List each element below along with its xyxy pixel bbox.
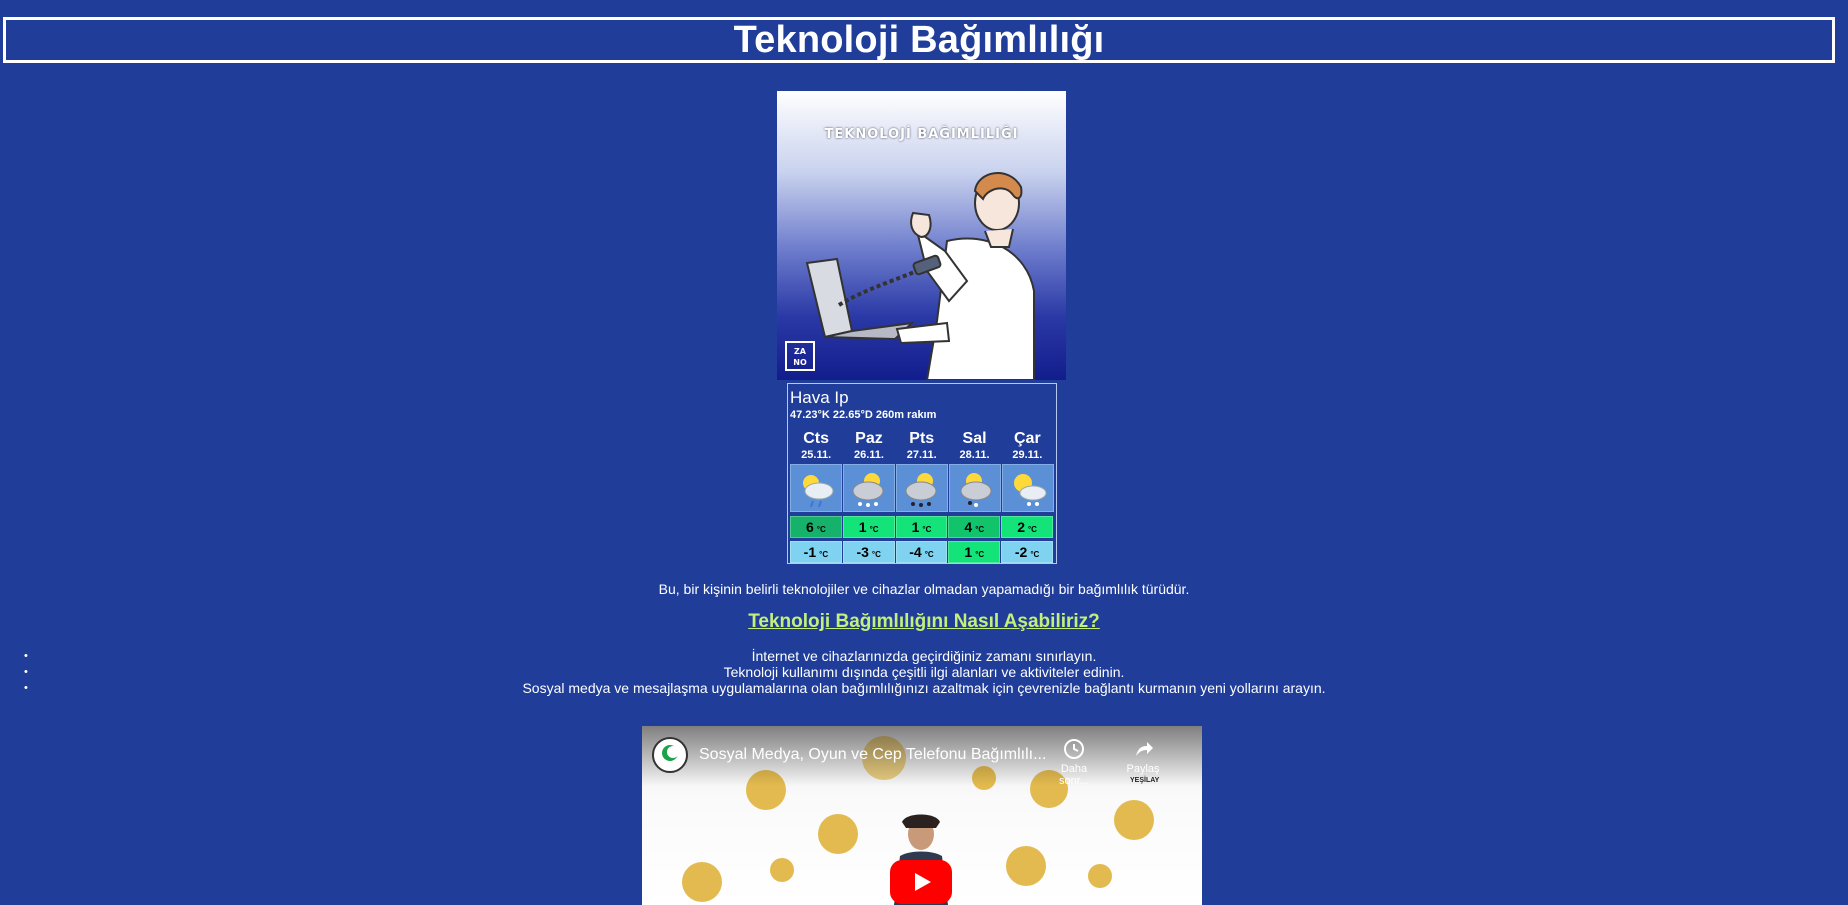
temp-value: 6 [806,519,814,535]
weather-low-temp: -2 °C [1001,541,1053,563]
emoji-icon [1114,800,1154,840]
temp-unit: °C [869,524,879,534]
weather-low-temp: -4 °C [895,541,948,563]
poster-logo: ZA NO [785,341,815,371]
weather-low-temp: 1 °C [948,541,1001,563]
youtube-play-button[interactable] [890,860,952,904]
temp-value: 1 [911,519,920,535]
weather-low-temp: -3 °C [842,541,895,563]
temp-value: 4 [964,519,973,535]
share-arrow-icon [1136,742,1153,756]
tip-text: Sosyal medya ve mesajlaşma uygulamaların… [522,680,1326,696]
video-embed[interactable]: Sosyal Medya, Oyun ve Cep Telefonu Bağım… [642,726,1202,905]
temp-value: 1 [964,544,973,560]
emoji-icon [818,814,858,854]
weather-city: Hava Ip [790,388,849,407]
share-label: Paylaş [1126,763,1160,775]
video-title[interactable]: Sosyal Medya, Oyun ve Cep Telefonu Bağım… [699,746,1046,764]
sun-cloud-snow-icon [843,464,895,512]
emoji-icon [1088,864,1112,888]
weather-day-date: 27.11. [906,449,937,461]
poster-image: TEKNOLOJİ BAĞIMLILIĞI ZA NO [777,91,1066,380]
weather-widget[interactable]: Hava Ip 47.23°K 22.65°D 260m rakım Cts 2… [787,383,1057,564]
weather-days-row: Cts 25.11. Paz 26.11. Pts 27.11. Sal 28.… [790,430,1054,462]
share-button[interactable]: Paylaş YEŞİLAY [1120,738,1166,784]
tip-text: İnternet ve cihazlarınızda geçirdiğiniz … [751,648,1097,664]
temp-value: -2 [1014,544,1028,560]
page-title-box: Teknoloji Bağımlılığı [3,17,1835,63]
sun-cloud-snow-icon [1002,464,1054,512]
page-title: Teknoloji Bağımlılığı [733,18,1105,61]
poster-logo-line2: NO [793,358,807,367]
weather-day: Çar 29.11. [1001,430,1053,462]
temp-value: -3 [856,544,869,560]
temp-value: -1 [803,544,817,560]
weather-high-temp: 6 °C [790,516,842,538]
poster-logo-line1: ZA [794,347,806,356]
weather-coords: 47.23°K 22.65°D 260m rakım [790,409,937,421]
temp-unit: °C [975,549,985,559]
howto-heading: Teknoloji Bağımlılığını Nasıl Aşabiliriz… [748,611,1100,632]
weather-day-name: Paz [855,430,883,447]
sun-cloud-snow-icon [949,464,1001,512]
temp-unit: °C [975,524,985,534]
weather-day-name: Cts [803,430,830,447]
weather-icons-row [790,464,1054,512]
weather-day-name: Sal [962,430,987,447]
weather-day-date: 26.11. [853,449,884,461]
temp-unit: °C [924,549,934,559]
temp-unit: °C [871,549,881,559]
emoji-icon [770,858,794,882]
weather-high-temp: 1 °C [895,516,948,538]
weather-day: Sal 28.11. [948,430,1000,462]
bullet-icon: • [24,682,28,694]
emoji-icon [682,862,722,902]
weather-high-temp: 4 °C [948,516,1001,538]
temp-unit: °C [1027,524,1037,534]
temp-unit: °C [922,524,932,534]
temp-unit: °C [819,549,829,559]
intro-text: Bu, bir kişinin belirli teknolojiler ve … [658,581,1190,597]
temp-unit: °C [816,524,826,534]
sun-cloud-rain-icon [790,464,842,512]
temp-value: 1 [858,519,867,535]
tips-list: • İnternet ve cihazlarınızda geçirdiğiniz… [0,648,1848,696]
temp-unit: °C [1030,549,1040,559]
weather-day-name: Çar [1013,430,1041,447]
list-item: • Sosyal medya ve mesajlaşma uygulamaları… [0,680,1848,696]
weather-day: Cts 25.11. [790,430,842,462]
bullet-icon: • [24,650,28,662]
weather-day: Paz 26.11. [843,430,895,462]
weather-high-row: 6 °C 1 °C 1 °C 4 °C 2 °C [790,516,1054,538]
tip-text: Teknoloji kullanımı dışında çeşitli ilgi… [723,664,1125,680]
list-item: • İnternet ve cihazlarınızda geçirdiğiniz… [0,648,1848,664]
weather-day-name: Pts [909,430,935,447]
weather-day-date: 28.11. [959,449,990,461]
temp-value: 2 [1017,519,1025,535]
emoji-icon [1006,846,1046,886]
clock-icon [1064,739,1084,759]
chained-person-illustration [805,172,1035,380]
weather-low-temp: -1 °C [790,541,842,563]
watch-later-label: Daha sonr... [1059,763,1089,787]
weather-day-date: 29.11. [1012,449,1043,461]
weather-day-date: 25.11. [801,449,832,461]
watch-later-button[interactable]: Daha sonr... [1046,738,1102,787]
temp-value: -4 [909,544,922,560]
channel-badge: YEŞİLAY [1130,777,1160,784]
weather-high-temp: 1 °C [842,516,895,538]
bullet-icon: • [24,666,28,678]
list-item: • Teknoloji kullanımı dışında çeşitli ilg… [0,664,1848,680]
weather-day: Pts 27.11. [896,430,948,462]
weather-high-temp: 2 °C [1001,516,1053,538]
channel-avatar[interactable] [652,737,688,773]
sun-cloud-rain-icon [896,464,948,512]
weather-low-row: -1 °C -3 °C -4 °C 1 °C -2 °C [790,541,1054,563]
